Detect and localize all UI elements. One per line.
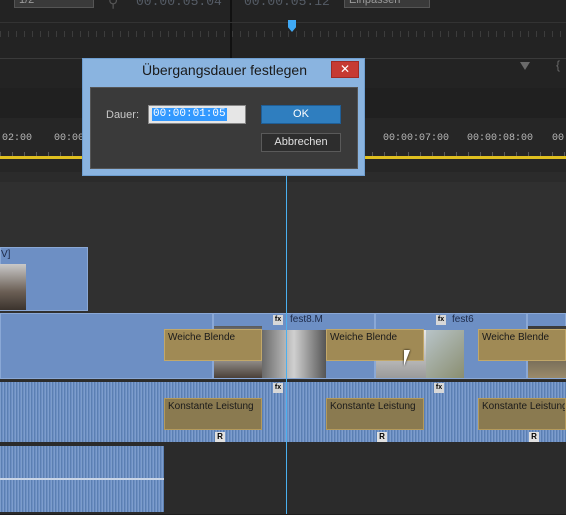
source-timecode: 00:00:05:04 bbox=[136, 0, 222, 9]
clip-thumbnail bbox=[426, 330, 464, 378]
fx-badge[interactable]: fx bbox=[434, 383, 444, 393]
dialog-body: Dauer: 00:00:01:05 OK Abbrechen bbox=[90, 87, 358, 169]
mouse-cursor-icon bbox=[404, 350, 410, 366]
marker-icon[interactable] bbox=[520, 62, 530, 70]
transition-konstante-leistung[interactable]: Konstante Leistung bbox=[326, 398, 424, 430]
r-badge[interactable]: R bbox=[377, 432, 387, 442]
audio-clip-divider bbox=[0, 478, 164, 480]
duration-value: 00:00:01:05 bbox=[152, 108, 227, 121]
transition-weiche-blende[interactable]: Weiche Blende bbox=[478, 329, 566, 361]
ruler-tick: 00:00:08:00 bbox=[467, 133, 534, 144]
transition-konstante-leistung[interactable]: Konstante Leistung bbox=[164, 398, 262, 430]
duration-input[interactable]: 00:00:01:05 bbox=[148, 105, 246, 124]
clip-name: fest8.M bbox=[290, 314, 323, 325]
ruler-tick: 00:00:07:00 bbox=[383, 133, 450, 144]
ruler-tick: 00 bbox=[552, 133, 565, 144]
transition-weiche-blende[interactable]: Weiche Blende bbox=[164, 329, 262, 361]
clip-label: V] bbox=[1, 249, 11, 260]
fit-select[interactable]: Einpassen bbox=[344, 0, 430, 8]
r-badge[interactable]: R bbox=[215, 432, 225, 442]
brace-icon[interactable]: { bbox=[556, 58, 560, 72]
clip-thumbnail bbox=[262, 330, 326, 378]
program-timecode: 00:00:05:12 bbox=[244, 0, 330, 9]
cancel-button[interactable]: Abbrechen bbox=[261, 133, 341, 152]
ruler-tick: 00:00 bbox=[54, 133, 85, 144]
video-track-3 bbox=[0, 182, 566, 247]
monitor-ruler[interactable] bbox=[0, 22, 566, 41]
r-badge[interactable]: R bbox=[529, 432, 539, 442]
ruler-tick: 02:00 bbox=[2, 133, 33, 144]
scale-select[interactable]: 1/2 bbox=[14, 0, 94, 8]
duration-label: Dauer: bbox=[106, 109, 140, 121]
transition-duration-dialog: Übergangsdauer festlegen ✕ Dauer: 00:00:… bbox=[82, 58, 365, 176]
ok-button[interactable]: OK bbox=[261, 105, 341, 124]
dialog-title: Übergangsdauer festlegen bbox=[141, 62, 307, 78]
zoom-icon[interactable]: ⚲ bbox=[108, 0, 118, 11]
clip-thumbnail bbox=[0, 264, 26, 310]
fx-badge[interactable]: fx bbox=[273, 315, 283, 325]
transition-konstante-leistung[interactable]: Konstante Leistung bbox=[478, 398, 566, 430]
fx-badge[interactable]: fx bbox=[436, 315, 446, 325]
playhead-line[interactable] bbox=[286, 118, 287, 514]
close-button[interactable]: ✕ bbox=[331, 61, 359, 78]
fx-badge[interactable]: fx bbox=[273, 383, 283, 393]
clip-name: fest6 bbox=[452, 314, 474, 325]
